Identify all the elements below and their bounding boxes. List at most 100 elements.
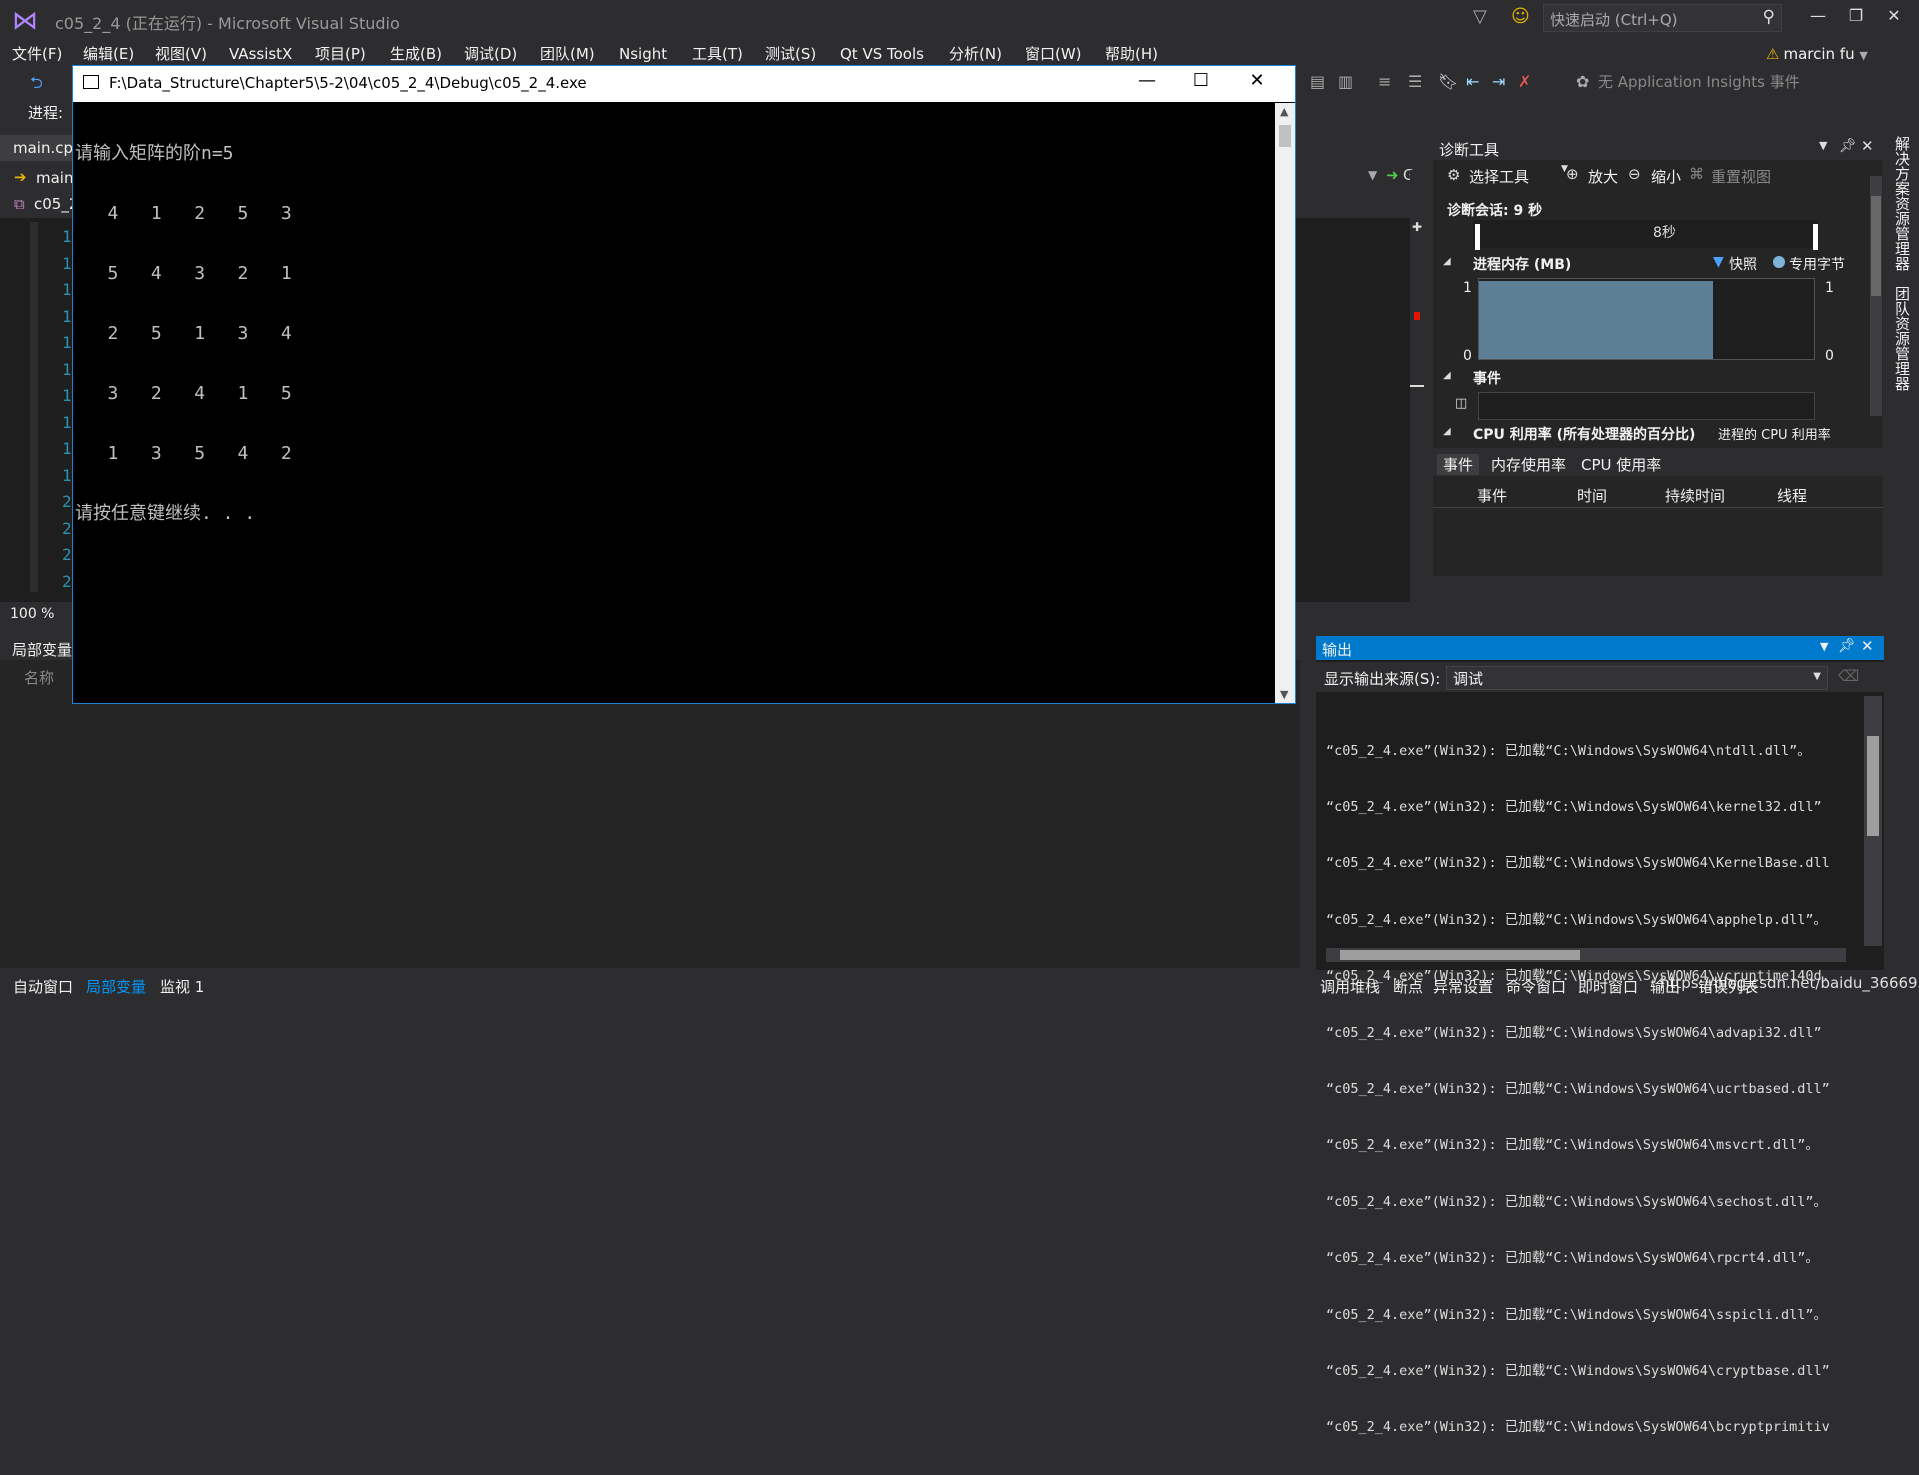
panel-menu-chevron-icon[interactable]: ▼ [1819,139,1827,152]
column-time[interactable]: 时间 [1577,485,1607,506]
console-minimize-button[interactable]: — [1127,70,1167,91]
filter-icon[interactable]: ▽ [1473,6,1487,27]
navigate-back-icon[interactable]: ⮌ [30,72,43,99]
zoom-out-button[interactable]: 缩小 [1651,166,1681,187]
scroll-up-icon[interactable]: ▲ [1280,105,1288,118]
collapse-triangle-icon[interactable]: ◢ [1443,370,1451,381]
menu-team[interactable]: 团队(M) [540,40,595,68]
editor-vertical-scrollbar[interactable]: ✚ [1410,170,1424,610]
timeline-end-handle[interactable] [1813,224,1818,250]
output-horizontal-scrollbar[interactable] [1326,948,1846,962]
tab-watch-1[interactable]: 监视 1 [160,976,204,997]
class-dropdown[interactable]: ⧉ c05_2 [0,192,78,216]
menu-nsight[interactable]: Nsight [619,40,667,68]
tab-cpu-usage[interactable]: CPU 使用率 [1581,454,1661,475]
scroll-thumb[interactable] [1340,950,1580,960]
tab-solution-explorer[interactable]: 解决方案资源管理器 [1892,136,1913,271]
close-button[interactable]: ✕ [1876,6,1912,25]
collapse-triangle-icon[interactable]: ◢ [1443,426,1451,437]
console-scrollbar[interactable]: ▲ ▼ [1275,103,1295,703]
zoom-in-button[interactable]: 放大 [1588,166,1618,187]
app-insights-label[interactable]: 无 Application Insights 事件 [1598,71,1800,92]
output-text[interactable]: “c05_2_4.exe”(Win32): 已加载“C:\Windows\Sys… [1326,704,1830,1475]
panel-close-icon[interactable]: ✕ [1861,137,1874,155]
menu-help[interactable]: 帮助(H) [1105,40,1158,68]
timeline-ruler[interactable]: 8秒 [1473,220,1818,250]
console-output[interactable]: 请输入矩阵的阶n=5 4 1 2 5 3 5 4 3 2 1 2 5 1 3 4… [75,104,292,564]
menu-qt-vs-tools[interactable]: Qt VS Tools [840,40,924,68]
diagnostics-tabs: 事件 内存使用率 CPU 使用率 [1433,448,1883,476]
panel-close-icon[interactable]: ✕ [1861,637,1874,655]
tab-locals[interactable]: 局部变量 [86,976,146,997]
reset-view-button[interactable]: 重置视图 [1711,166,1771,187]
bookmark-next-icon[interactable]: ⇥ [1492,72,1505,91]
memory-axis-min-right: 0 [1825,348,1834,364]
menu-vassistx[interactable]: VAssistX [229,40,292,68]
locals-name-column[interactable]: 名称 [24,667,54,688]
clear-all-icon[interactable]: ⌫ [1838,667,1859,685]
events-track[interactable] [1478,392,1815,420]
column-thread[interactable]: 线程 [1777,485,1807,506]
column-duration[interactable]: 持续时间 [1665,485,1725,506]
menu-window[interactable]: 窗口(W) [1025,40,1082,68]
toolbar-icon-c[interactable]: ≡ [1378,72,1391,91]
console-line: 4 1 2 5 3 [75,203,292,224]
feedback-smiley-icon[interactable]: ☺ [1511,6,1530,27]
memory-graph[interactable] [1478,278,1815,360]
line-number: 1 [62,359,72,379]
output-source-select[interactable]: 调试 ▼ [1446,666,1828,690]
tab-team-explorer[interactable]: 团队资源管理器 [1892,286,1913,391]
console-title-bar[interactable]: F:\Data_Structure\Chapter5\5-2\04\c05_2_… [73,66,1295,102]
user-account[interactable]: ⚠ marcin fu ▼ [1766,40,1868,68]
pin-icon[interactable]: 📌︎ [1839,138,1857,154]
line-number: 1 [62,333,72,352]
bookmark-icon[interactable]: 🔖︎ [1438,72,1458,91]
column-event[interactable]: 事件 [1477,485,1507,506]
scroll-down-icon[interactable]: ▼ [1280,688,1288,701]
scroll-thumb[interactable] [1867,736,1879,836]
line-numbers: 1 1 1 1 1 1 1 1 1 1 2 2 2 2 [62,224,72,595]
zoom-level[interactable]: 100 % [10,606,54,622]
menu-debug[interactable]: 调试(D) [464,40,517,68]
scroll-thumb[interactable] [1871,196,1881,296]
menu-view[interactable]: 视图(V) [155,40,207,68]
menu-tools[interactable]: 工具(T) [692,40,743,68]
toolbar-icon-d[interactable]: ☰ [1408,72,1422,91]
pin-icon[interactable]: 📌︎ [1838,638,1856,654]
output-source-row: 显示输出来源(S): 调试 ▼ ⌫ [1316,662,1884,692]
dropdown-chevron-icon[interactable]: ▼ [1368,168,1377,182]
pause-events-icon[interactable]: ◫ [1455,396,1467,411]
nav-dropdown[interactable]: ➔ main [0,166,77,190]
bookmark-prev-icon[interactable]: ⇤ [1466,72,1479,91]
console-close-button[interactable]: ✕ [1237,70,1277,91]
menu-test[interactable]: 测试(S) [765,40,816,68]
diagnostic-tools-title: 诊断工具 [1439,141,1500,159]
menu-project[interactable]: 项目(P) [315,40,366,68]
bookmark-clear-icon[interactable]: ✗ [1518,72,1531,91]
toolbar-icon-a[interactable]: ▤ [1310,72,1325,91]
split-icon[interactable]: ✚ [1412,220,1422,234]
console-window[interactable]: F:\Data_Structure\Chapter5\5-2\04\c05_2_… [72,65,1296,704]
collapse-triangle-icon[interactable]: ◢ [1443,256,1451,267]
menu-analyze[interactable]: 分析(N) [949,40,1002,68]
editor-tab[interactable]: main.cp [0,135,77,161]
toolbar-icon-b[interactable]: ▥ [1338,72,1353,91]
tab-events[interactable]: 事件 [1437,454,1480,475]
minimize-button[interactable]: — [1800,6,1836,25]
select-tools-button[interactable]: 选择工具 [1469,166,1529,187]
class-icon: ⧉ [14,195,25,213]
tab-autos[interactable]: 自动窗口 [13,976,73,997]
quick-launch-input[interactable]: 快速启动 (Ctrl+Q) ⚲ [1543,4,1782,32]
timeline-start-handle[interactable] [1475,224,1480,250]
output-vertical-scrollbar[interactable] [1864,696,1882,946]
maximize-button[interactable]: ❐ [1838,6,1874,25]
diagnostics-scrollbar[interactable] [1870,176,1882,416]
menu-edit[interactable]: 编辑(E) [83,40,134,68]
menu-build[interactable]: 生成(B) [390,40,442,68]
go-icon[interactable]: ➜ [1386,166,1399,184]
panel-menu-chevron-icon[interactable]: ▼ [1820,640,1828,653]
console-maximize-button[interactable]: ☐ [1181,70,1221,91]
menu-file[interactable]: 文件(F) [12,40,62,68]
scroll-thumb[interactable] [1279,125,1291,147]
tab-memory-usage[interactable]: 内存使用率 [1491,454,1566,475]
